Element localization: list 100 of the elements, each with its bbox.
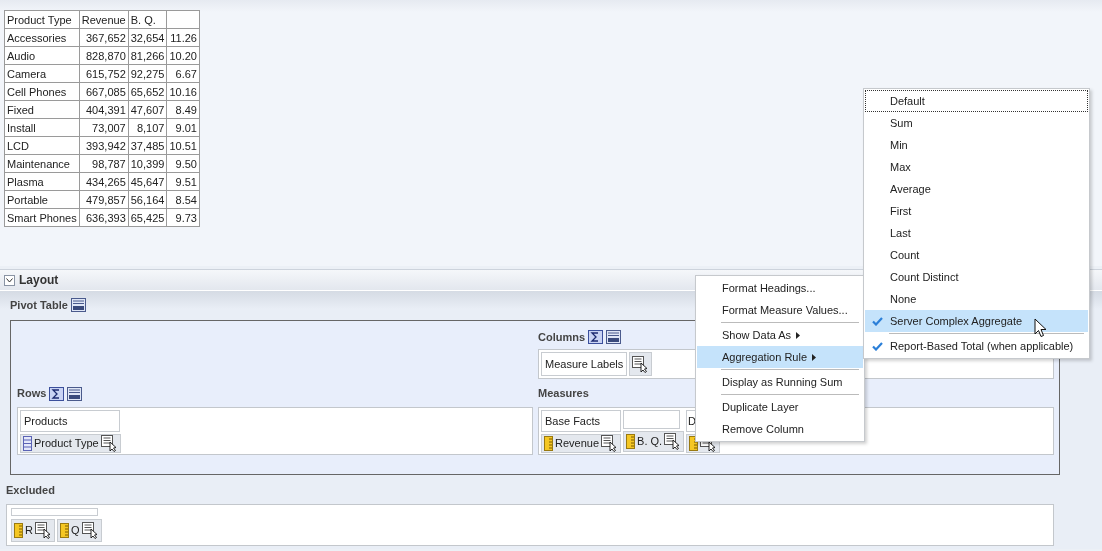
ruler-icon — [544, 435, 553, 451]
menu-item[interactable]: Show Data As — [697, 324, 863, 346]
table-cell: 10.16 — [166, 82, 200, 101]
group-header: Products — [20, 409, 120, 432]
table-cell: 6.67 — [166, 64, 200, 83]
mouse-cursor-icon — [1034, 318, 1047, 338]
column-chip[interactable]: B. Q. — [623, 431, 685, 452]
collapse-toggle[interactable] — [4, 274, 15, 286]
menu-item[interactable]: Server Complex Aggregate — [865, 310, 1088, 332]
table-cell: Accessories — [4, 28, 80, 47]
table-cell: 56,164 — [128, 190, 167, 209]
table-cell: 73,007 — [79, 118, 129, 137]
table-cell: 32,654 — [128, 28, 167, 47]
chip-label: Product Type — [34, 435, 99, 451]
table-cell: 37,485 — [128, 136, 167, 155]
menu-item[interactable]: Format Measure Values... — [697, 299, 863, 321]
table-cell: 98,787 — [79, 154, 129, 173]
table-cell: 9.01 — [166, 118, 200, 137]
table-cell: 367,652 — [79, 28, 129, 47]
table-cell: 9.51 — [166, 172, 200, 191]
ruler-icon — [59, 523, 69, 538]
column-chip[interactable]: Revenue — [541, 433, 622, 453]
measure-labels-chip[interactable]: Measure Labels — [541, 352, 628, 376]
table-cell: 47,607 — [128, 100, 167, 119]
table-cell: 45,647 — [128, 172, 167, 191]
table-cell: 65,425 — [128, 208, 167, 227]
table-cell: 8.49 — [166, 100, 200, 119]
table-layout-icon[interactable] — [606, 329, 622, 344]
submenu-arrow-icon — [796, 331, 801, 339]
chip-label: B. Q. — [637, 434, 663, 450]
table-layout-icon[interactable] — [67, 386, 83, 401]
table-cell: 9.50 — [166, 154, 200, 173]
chevron-down-icon — [6, 277, 13, 283]
chip-label: Q — [70, 523, 80, 539]
table-cell: LCD — [4, 136, 80, 155]
table-cell: 636,393 — [79, 208, 129, 227]
column-chip[interactable]: Q — [56, 519, 102, 542]
ruler-icon — [626, 433, 636, 449]
table-cell: Portable — [4, 190, 80, 209]
menu-item[interactable]: Count — [865, 244, 1088, 266]
menu-item[interactable]: Sum — [865, 112, 1088, 134]
table-cell: 10.51 — [166, 136, 200, 155]
menu-item[interactable]: Default — [865, 90, 1088, 112]
properties-icon[interactable] — [100, 434, 118, 452]
properties-icon[interactable] — [81, 522, 99, 539]
column-header: Product Type — [4, 10, 80, 29]
table-cell: 667,085 — [79, 82, 129, 101]
sum-icon[interactable] — [588, 329, 604, 344]
table-cell: Maintenance — [4, 154, 80, 173]
submenu-arrow-icon — [812, 353, 816, 361]
section-title: Layout — [19, 272, 59, 289]
table-cell: 10.20 — [166, 46, 200, 65]
chip-label: Revenue — [555, 435, 600, 451]
menu-item[interactable]: First — [865, 200, 1088, 222]
menu-item[interactable]: None — [865, 288, 1088, 310]
menu-item[interactable]: Aggregation Rule — [697, 346, 863, 368]
chip-label: R — [25, 523, 33, 539]
table-cell: 479,857 — [79, 190, 129, 209]
menu-item[interactable]: Last — [865, 222, 1088, 244]
table-cell: 615,752 — [79, 64, 129, 83]
menu-item[interactable]: Max — [865, 156, 1088, 178]
table-layout-icon[interactable] — [70, 298, 86, 313]
column-header: B. Q. — [128, 10, 167, 29]
menu-item[interactable]: Format Headings... — [697, 277, 863, 299]
table-cell: 828,870 — [79, 46, 129, 65]
menu-item[interactable]: Count Distinct — [865, 266, 1088, 288]
table-cell: Fixed — [4, 100, 80, 119]
menu-item[interactable]: Min — [865, 134, 1088, 156]
table-cell: 92,275 — [128, 64, 167, 83]
table-cell: Install — [4, 118, 80, 137]
properties-icon[interactable] — [34, 522, 52, 539]
sum-icon[interactable] — [49, 386, 65, 401]
column-chip[interactable]: Product Type — [20, 433, 121, 453]
table-cell: Cell Phones — [4, 82, 80, 101]
table-cell: 11.26 — [166, 28, 200, 47]
table-cell: 10,399 — [128, 154, 167, 173]
table-cell: 8,107 — [128, 118, 167, 137]
column-chip[interactable]: R — [11, 519, 55, 542]
properties-icon[interactable] — [601, 434, 619, 452]
ruler-icon — [14, 523, 23, 538]
menu-item[interactable]: Display as Running Sum — [697, 371, 863, 393]
table-cell: 434,265 — [79, 172, 129, 191]
table-cell: 81,266 — [128, 46, 167, 65]
table-cell: Audio — [4, 46, 80, 65]
menu-item[interactable]: Report-Based Total (when applicable) — [865, 335, 1088, 357]
drop-zone-label: Rows — [17, 386, 47, 402]
properties-icon[interactable] — [664, 432, 682, 450]
section-title: Excluded — [6, 482, 55, 498]
table-cell: 404,391 — [79, 100, 129, 119]
column-icon — [23, 435, 32, 451]
section-title: Pivot Table — [10, 298, 68, 313]
column-header — [166, 10, 200, 29]
table-cell: Camera — [4, 64, 80, 83]
column-header: Revenue — [79, 10, 129, 29]
table-cell: 8.54 — [166, 190, 200, 209]
table-cell: Smart Phones — [4, 208, 80, 227]
group-header: Base Facts — [541, 409, 622, 432]
table-cell: 393,942 — [79, 136, 129, 155]
table-cell: Plasma — [4, 172, 80, 191]
menu-item[interactable]: Average — [865, 178, 1088, 200]
